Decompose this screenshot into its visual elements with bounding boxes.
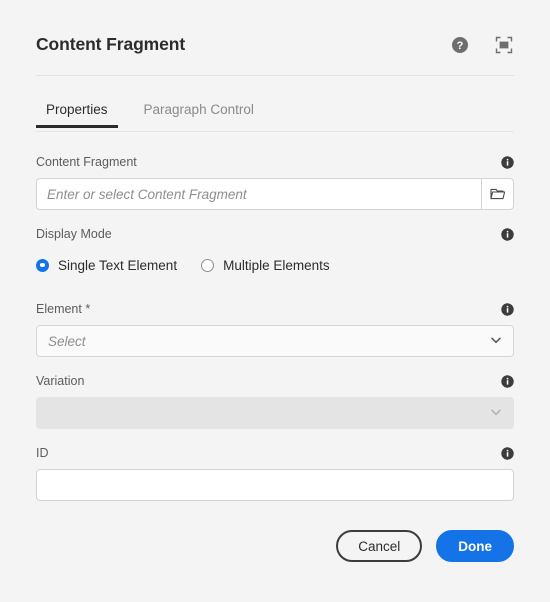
element-label: Element * <box>36 302 91 316</box>
cancel-button[interactable]: Cancel <box>336 530 423 562</box>
info-icon[interactable] <box>501 374 514 388</box>
radio-unselected-icon <box>201 258 215 272</box>
radio-selected-icon <box>36 258 49 272</box>
field-id: ID <box>36 443 514 501</box>
variation-select <box>36 397 514 429</box>
folder-icon[interactable] <box>481 178 514 210</box>
tab-paragraph-control-label: Paragraph Control <box>143 102 254 117</box>
radio-single-text-element-label: Single Text Element <box>58 257 178 273</box>
id-label-row: ID <box>36 443 514 463</box>
radio-single-text-element[interactable]: Single Text Element <box>36 258 177 273</box>
id-input[interactable] <box>36 469 514 501</box>
variation-label-row: Variation <box>36 371 514 391</box>
page-title: Content Fragment <box>36 34 186 54</box>
id-label: ID <box>36 446 49 460</box>
dialog-header: Content Fragment ? <box>36 30 514 76</box>
properties-form: Content Fragment Enter or select Content… <box>36 152 514 501</box>
field-display-mode: Display Mode Single Text Element Multipl… <box>36 224 514 277</box>
header-actions: ? <box>450 35 514 55</box>
svg-text:?: ? <box>457 40 464 52</box>
fullscreen-icon[interactable] <box>494 35 514 55</box>
tab-paragraph-control[interactable]: Paragraph Control <box>134 96 264 127</box>
info-icon[interactable] <box>501 446 514 460</box>
field-variation: Variation <box>36 371 514 429</box>
display-mode-label: Display Mode <box>36 227 112 241</box>
content-fragment-dialog: Content Fragment ? Properties Paragraph … <box>0 0 550 602</box>
info-icon[interactable] <box>501 155 514 169</box>
radio-multiple-elements-label: Multiple Elements <box>223 257 330 273</box>
element-select-value: Select <box>48 333 86 349</box>
radio-multiple-elements[interactable]: Multiple Elements <box>201 258 330 273</box>
chevron-down-icon <box>489 405 503 422</box>
content-fragment-input-group: Enter or select Content Fragment <box>36 178 514 210</box>
help-circle-icon[interactable]: ? <box>450 35 470 55</box>
tab-list: Properties Paragraph Control <box>36 96 514 132</box>
content-fragment-label-row: Content Fragment <box>36 152 514 172</box>
content-fragment-input[interactable]: Enter or select Content Fragment <box>36 178 481 210</box>
tab-properties-label: Properties <box>46 102 108 117</box>
chevron-down-icon <box>489 333 503 350</box>
dialog-footer: Cancel Done <box>36 530 514 562</box>
done-button[interactable]: Done <box>436 530 514 562</box>
variation-label: Variation <box>36 374 85 388</box>
field-element: Element * Select <box>36 299 514 357</box>
tab-properties[interactable]: Properties <box>36 96 118 128</box>
element-select[interactable]: Select <box>36 325 514 357</box>
display-mode-label-row: Display Mode <box>36 224 514 244</box>
field-content-fragment: Content Fragment Enter or select Content… <box>36 152 514 210</box>
info-icon[interactable] <box>501 227 514 241</box>
element-label-row: Element * <box>36 299 514 319</box>
display-mode-radio-group: Single Text Element Multiple Elements <box>36 253 514 277</box>
content-fragment-label: Content Fragment <box>36 155 137 169</box>
info-icon[interactable] <box>501 302 514 316</box>
